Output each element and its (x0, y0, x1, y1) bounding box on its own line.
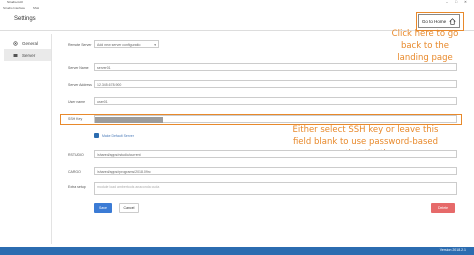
ssh-key-file-picker[interactable] (95, 117, 163, 123)
app-title: Strudio-GUI (7, 0, 23, 4)
server-address-label: Server Address (68, 83, 92, 87)
extra-setup-label: Extra setup (68, 185, 86, 189)
sidebar: General Server (4, 34, 52, 244)
home-icon (449, 17, 456, 25)
server-address-field[interactable]: 12.345.678.900 (94, 80, 457, 88)
menu-item-interface[interactable]: Strudio Interface (3, 6, 25, 10)
server-icon (13, 53, 18, 57)
remote-server-value: Add new server configuratio (97, 43, 141, 47)
rstudio-field[interactable]: /shared/apps/rstudio/current (94, 150, 457, 158)
extra-setup-field[interactable]: module load ambertools anaconda cuda (94, 182, 457, 195)
chevron-down-icon: ▾ (154, 43, 156, 47)
home-button-label: Go to Home (421, 18, 447, 24)
user-name-label: User name (68, 100, 86, 104)
cargo-label: CARGO (68, 170, 81, 174)
make-default-row[interactable]: Make Default Server (94, 133, 134, 138)
home-annotation: Click here to go back to the landing pag… (391, 29, 459, 63)
remote-server-label: Remote Server (68, 43, 92, 47)
menu-item-ssh[interactable]: SSH (33, 6, 39, 10)
window-controls[interactable]: – □ ✕ (446, 0, 470, 4)
cargo-field[interactable]: /shared/apps/rprograms/2018.09rc (94, 167, 457, 175)
make-default-checkbox[interactable] (94, 133, 99, 138)
sidebar-item-label: General (22, 40, 39, 46)
rstudio-label: RSTUDIO (68, 153, 84, 157)
user-name-field[interactable]: user01 (94, 97, 457, 105)
go-to-home-button[interactable]: Go to Home (418, 14, 460, 28)
sidebar-item-server[interactable]: Server (4, 49, 51, 61)
page-title: Settings (14, 16, 36, 22)
sidebar-item-general[interactable]: General (4, 37, 51, 49)
server-name-field[interactable]: server01 (94, 63, 457, 71)
version-label: Version 2018.2.1 (439, 248, 466, 252)
save-button[interactable]: Save (94, 203, 112, 213)
remote-server-select[interactable]: Add new server configuratio ▾ (94, 40, 159, 48)
ssh-key-label: SSH Key (68, 117, 83, 121)
server-name-label: Server Name (68, 66, 89, 70)
gear-icon (13, 40, 18, 46)
sidebar-item-label: Server (22, 52, 36, 58)
cancel-button[interactable]: Cancel (119, 203, 139, 213)
make-default-label: Make Default Server (102, 133, 134, 138)
delete-button[interactable]: Delete (431, 203, 455, 213)
status-bar: Version 2018.2.1 (0, 247, 474, 255)
